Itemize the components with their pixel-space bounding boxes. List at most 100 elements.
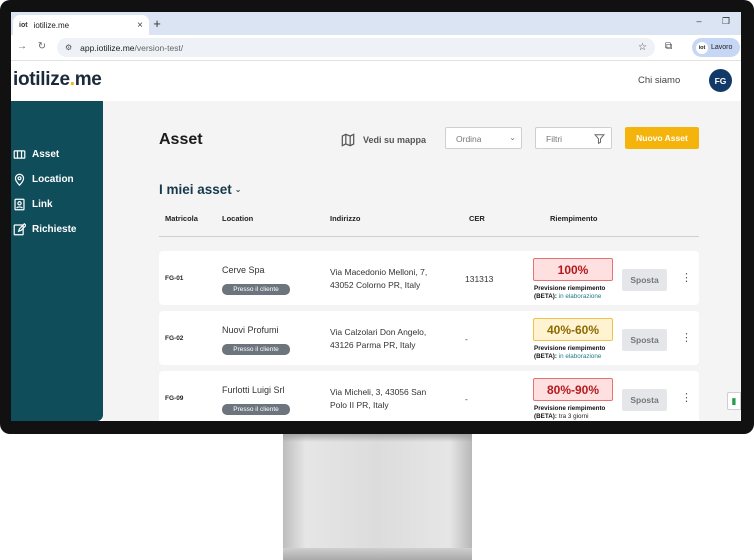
logo-tail: me <box>74 69 102 90</box>
asset-location: Cerve Spa <box>222 265 265 275</box>
asset-code: FG-01 <box>165 275 184 282</box>
monitor-frame: iot iotilize.me × + – ❐ → ↻ ⚙ app.iotili… <box>0 0 754 434</box>
table-row[interactable]: FG-01 Cerve Spa Presso il cliente Via Ma… <box>159 251 699 305</box>
map-icon <box>341 133 355 147</box>
sidebar-item-label: Asset <box>32 149 60 160</box>
asset-icon <box>13 150 26 159</box>
move-button[interactable]: Sposta <box>622 329 667 351</box>
edit-request-icon <box>13 223 26 236</box>
profile-avatar: iot <box>696 41 708 54</box>
fill-forecast: Previsione riempimento (BETA): in elabora… <box>534 285 605 301</box>
minimize-icon[interactable]: – <box>693 16 705 26</box>
monitor-stand-base <box>283 548 472 560</box>
chevron-down-icon: ⌄ <box>509 133 516 142</box>
tab-bar: iot iotilize.me × + – ❐ <box>11 12 741 35</box>
browser-window: iot iotilize.me × + – ❐ → ↻ ⚙ app.iotili… <box>11 12 741 421</box>
favicon-icon: iot <box>19 21 28 29</box>
table-row[interactable]: FG-09 Furlotti Luigi Srl Presso il clien… <box>159 371 699 421</box>
address-bar: → ↻ ⚙ app.iotilize.me/version-test/ ☆ ⧉ … <box>11 35 741 61</box>
maximize-icon[interactable]: ❐ <box>720 16 732 27</box>
sidebar-item-asset[interactable]: Asset <box>13 148 59 161</box>
sidebar-item-link[interactable]: Link <box>13 198 53 211</box>
stage: iot iotilize.me × + – ❐ → ↻ ⚙ app.iotili… <box>0 0 754 560</box>
section-title-label: I miei asset <box>159 182 232 197</box>
sidebar-item-location[interactable]: Location <box>13 173 74 186</box>
fill-level-badge: 40%-60% <box>533 318 613 341</box>
browser-tab[interactable]: iot iotilize.me × <box>13 15 149 35</box>
asset-cer: 131313 <box>465 274 494 284</box>
asset-location: Nuovi Profumi <box>222 325 279 335</box>
feedback-tab-icon[interactable]: ▮ <box>727 392 741 410</box>
more-options-icon[interactable]: ⋮ <box>681 333 692 344</box>
address-line: 43052 Colorno PR, Italy <box>330 280 421 290</box>
column-header-indirizzo: Indirizzo <box>330 214 361 223</box>
about-link[interactable]: Chi siamo <box>638 75 680 86</box>
user-avatar[interactable]: FG <box>709 69 732 92</box>
address-line: Via Micheli, 3, 43056 San <box>330 387 427 397</box>
app-header: iotilize.me Chi siamo FG <box>11 61 741 101</box>
main-content: Asset Vedi su mappa Ordina ⌄ Filtri Nuov… <box>103 101 741 421</box>
asset-address: Via Macedonio Melloni, 7, 43052 Colorno P… <box>330 266 455 292</box>
site-settings-icon[interactable]: ⚙ <box>65 43 72 52</box>
header-divider <box>159 236 699 237</box>
filter-button[interactable]: Filtri <box>535 127 612 149</box>
section-title[interactable]: I miei asset ⌄ <box>159 182 242 197</box>
funnel-icon <box>594 134 605 144</box>
asset-address: Via Micheli, 3, 43056 San Polo II PR, Ita… <box>330 386 455 412</box>
column-header-riempimento: Riempimento <box>550 214 598 223</box>
sidebar-item-label: Location <box>32 174 74 185</box>
column-header-cer: CER <box>469 214 485 223</box>
more-options-icon[interactable]: ⋮ <box>681 393 692 404</box>
move-button[interactable]: Sposta <box>622 389 667 411</box>
sidebar-item-label: Link <box>32 199 53 210</box>
url-input[interactable]: ⚙ app.iotilize.me/version-test/ ☆ <box>57 38 655 57</box>
forecast-beta: (BETA): <box>534 353 557 360</box>
sidebar-item-label: Richieste <box>32 224 77 235</box>
fill-level-badge: 80%-90% <box>533 378 613 401</box>
profile-label: Lavoro <box>711 44 733 51</box>
sort-select[interactable]: Ordina ⌄ <box>445 127 522 149</box>
forward-icon[interactable]: → <box>15 40 29 54</box>
new-tab-button[interactable]: + <box>149 15 165 33</box>
asset-address: Via Calzolari Don Angelo, 43126 Parma PR,… <box>330 326 455 352</box>
asset-code: FG-09 <box>165 395 184 402</box>
close-tab-icon[interactable]: × <box>137 20 143 31</box>
sort-placeholder: Ordina <box>456 134 482 144</box>
sidebar: Asset Location Link Richieste <box>11 101 103 421</box>
forecast-beta: (BETA): <box>534 293 557 300</box>
app-logo[interactable]: iotilize.me <box>13 69 102 91</box>
fill-forecast: Previsione riempimento (BETA): in elabora… <box>534 345 605 361</box>
asset-location: Furlotti Luigi Srl <box>222 385 285 395</box>
forecast-status: tra 3 giorni <box>558 413 589 420</box>
asset-cer: - <box>465 334 468 344</box>
asset-cer: - <box>465 394 468 404</box>
more-options-icon[interactable]: ⋮ <box>681 273 692 284</box>
sidebar-item-richieste[interactable]: Richieste <box>13 223 76 236</box>
forecast-status: in elaborazione <box>558 353 602 360</box>
map-view-button[interactable]: Vedi su mappa <box>341 133 426 147</box>
status-badge: Presso il cliente <box>222 284 290 295</box>
link-card-icon <box>14 198 25 211</box>
extensions-icon[interactable]: ⧉ <box>665 41 672 52</box>
page-title: Asset <box>159 131 203 148</box>
filter-placeholder: Filtri <box>546 134 563 144</box>
status-badge: Presso il cliente <box>222 344 290 355</box>
url-host: app.iotilize.me <box>80 42 135 53</box>
profile-button[interactable]: iot Lavoro <box>692 38 740 57</box>
status-badge: Presso il cliente <box>222 404 290 415</box>
reload-icon[interactable]: ↻ <box>35 40 49 54</box>
asset-code: FG-02 <box>165 335 184 342</box>
column-header-location: Location <box>222 214 254 223</box>
forecast-label: Previsione riempimento <box>534 345 606 352</box>
address-line: Via Calzolari Don Angelo, <box>330 327 427 337</box>
bookmark-star-icon[interactable]: ☆ <box>638 42 647 53</box>
address-line: Via Macedonio Melloni, 7, <box>330 267 428 277</box>
address-line: Polo II PR, Italy <box>330 400 389 410</box>
forecast-label: Previsione riempimento <box>534 405 606 412</box>
logo-main: iotilize <box>13 69 70 90</box>
chevron-down-icon: ⌄ <box>234 185 242 194</box>
move-button[interactable]: Sposta <box>622 269 667 291</box>
address-line: 43126 Parma PR, Italy <box>330 340 416 350</box>
new-asset-button[interactable]: Nuovo Asset <box>625 127 699 149</box>
table-row[interactable]: FG-02 Nuovi Profumi Presso il cliente Vi… <box>159 311 699 365</box>
